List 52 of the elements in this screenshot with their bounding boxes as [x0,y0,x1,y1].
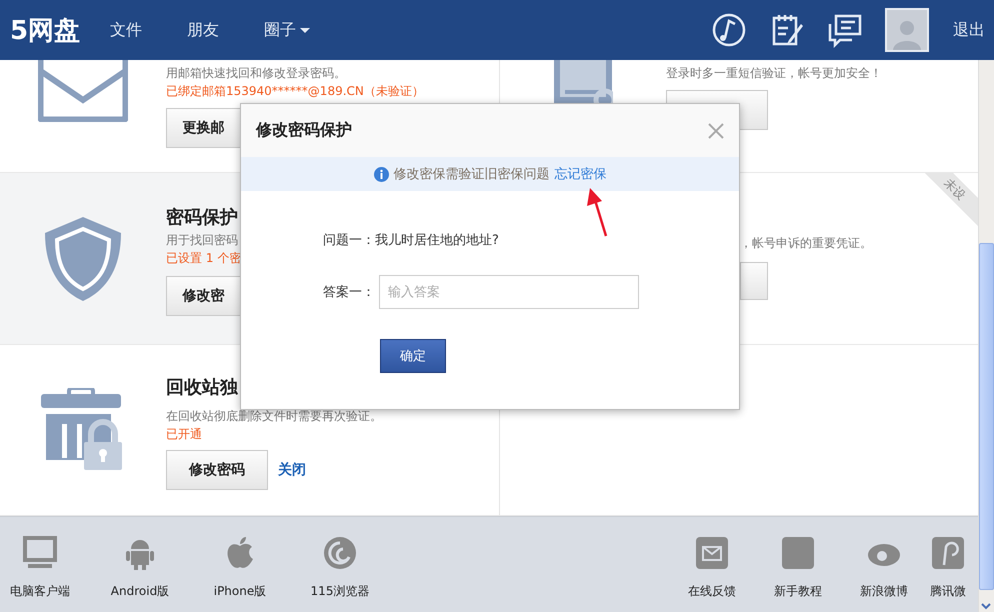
section-description: 用于找回密码 [166,232,238,249]
avatar[interactable] [885,8,929,52]
curl-icon[interactable] [930,535,966,571]
footer-link[interactable]: 腾讯微 [930,583,966,600]
footer-link[interactable]: 电脑客户端 [10,583,70,600]
answer-field[interactable]: 输入答案 [379,275,639,309]
nav-item[interactable]: 朋友 [187,20,264,40]
close-icon[interactable] [707,122,725,140]
action-button[interactable]: 修改密码 [166,450,268,490]
section-description: 用邮箱快速找回和修改登录密码。 [166,65,346,82]
section-description: 登录时多一重短信验证，帐号更加安全！ [666,65,882,82]
section-title: 密码保护 [166,206,238,230]
nav-item[interactable]: 圈子 [264,20,341,40]
footer-link[interactable]: 新手教程 [774,583,822,600]
action-button[interactable] [740,262,768,300]
disc-icon[interactable] [711,12,747,48]
close-link[interactable]: 关闭 [278,461,306,479]
footer-link[interactable]: 在线反馈 [688,583,736,600]
action-button[interactable]: 修改密 [166,276,240,316]
logo[interactable]: 5网盘 [10,12,110,48]
envelope-icon [38,60,128,122]
shield-icon [43,215,123,303]
confirm-button[interactable]: 确定 [380,339,446,373]
scrollbar-thumb[interactable] [979,243,994,590]
answer-label: 答案一： [323,284,375,301]
section-title: 回收站独 [166,376,238,400]
footer-link[interactable]: 115浏览器 [310,583,370,600]
tile-icon[interactable] [780,535,816,571]
section-description: 在回收站彻底删除文件时需要再次验证。 [166,408,382,425]
dialog-title: 修改密码保护 [256,120,352,141]
footer-link[interactable]: Android版 [110,583,170,600]
forgot-link[interactable]: 忘记密保 [554,165,606,183]
chat-icon[interactable] [827,12,863,48]
envelope-icon[interactable] [694,535,730,571]
phone-icon [553,60,613,103]
swirl-icon[interactable] [322,535,358,571]
scrollbar[interactable] [978,60,994,612]
logout-link[interactable]: 退出 [953,20,985,40]
notice-text: 修改密保需验证旧密保问题 [394,166,550,183]
section-description: ，帐号申诉的重要凭证。 [740,235,872,252]
footer-link[interactable]: 新浪微博 [860,583,908,600]
status-text: 已绑定邮箱153940******@189.CN（未验证） [166,83,424,100]
action-button[interactable]: 更换邮 [166,108,240,148]
annotation-arrow [584,186,610,238]
nav-item[interactable]: 文件 [110,20,187,40]
caret-icon [300,28,310,32]
info-icon [374,166,388,182]
question-text: 问题一：我儿时居住地的地址? [323,232,499,249]
trash-lock-icon [41,388,125,470]
status-text: 已开通 [166,426,202,443]
monitor-icon[interactable] [22,535,58,571]
footer-link[interactable]: iPhone版 [214,583,266,600]
